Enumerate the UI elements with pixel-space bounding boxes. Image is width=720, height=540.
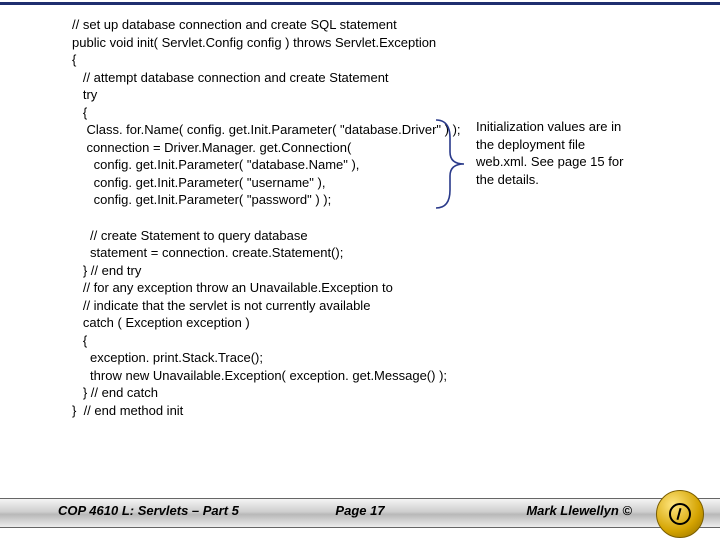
annotation-callout: Initialization values are in the deploym… bbox=[476, 118, 696, 188]
code-line: { bbox=[72, 52, 76, 67]
code-line: throw new Unavailable.Exception( excepti… bbox=[72, 368, 447, 383]
callout-text: Initialization values are in the deploym… bbox=[476, 118, 624, 188]
curly-brace-icon bbox=[430, 114, 474, 214]
top-divider bbox=[0, 2, 720, 5]
code-line: config. get.Init.Parameter( "database.Na… bbox=[72, 157, 359, 172]
code-line: { bbox=[72, 105, 87, 120]
footer-author: Mark Llewellyn © bbox=[526, 503, 632, 518]
code-line: exception. print.Stack.Trace(); bbox=[72, 350, 263, 365]
code-line: connection = Driver.Manager. get.Connect… bbox=[72, 140, 351, 155]
slide-content: // set up database connection and create… bbox=[72, 16, 700, 420]
code-line: catch ( Exception exception ) bbox=[72, 315, 250, 330]
code-line: } // end try bbox=[72, 263, 141, 278]
code-line: // indicate that the servlet is not curr… bbox=[72, 298, 370, 313]
code-line: { bbox=[72, 333, 87, 348]
code-line: // create Statement to query database bbox=[72, 228, 308, 243]
code-listing: // set up database connection and create… bbox=[72, 16, 700, 420]
code-line: // set up database connection and create… bbox=[72, 17, 397, 32]
ucf-logo-icon bbox=[656, 490, 704, 538]
code-line: } // end catch bbox=[72, 385, 158, 400]
code-line: // for any exception throw an Unavailabl… bbox=[72, 280, 393, 295]
code-line: config. get.Init.Parameter( "username" )… bbox=[72, 175, 325, 190]
code-line: // attempt database connection and creat… bbox=[72, 70, 389, 85]
slide-footer: COP 4610 L: Servlets – Part 5 Page 17 Ma… bbox=[0, 488, 720, 540]
code-line: statement = connection. create.Statement… bbox=[72, 245, 343, 260]
code-line: } // end method init bbox=[72, 403, 183, 418]
code-line: try bbox=[72, 87, 97, 102]
code-line: config. get.Init.Parameter( "password" )… bbox=[72, 192, 331, 207]
code-line: Class. for.Name( config. get.Init.Parame… bbox=[72, 122, 461, 137]
code-line: public void init( Servlet.Config config … bbox=[72, 35, 436, 50]
